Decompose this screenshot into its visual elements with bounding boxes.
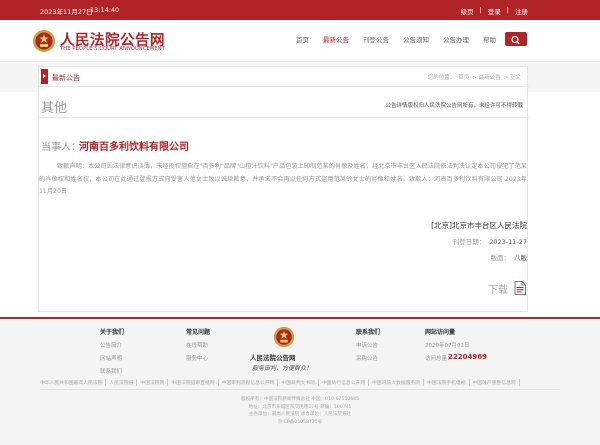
footer-line: 主办单位：最高人民法院 承办单位：人民法院报社 xyxy=(248,412,352,417)
publish-date: 刊登日期： 2023-11-27 xyxy=(453,236,527,246)
party-label: 当事人： xyxy=(41,142,81,153)
court-name: [北京]北京市丰台区人民法院 xyxy=(431,221,527,230)
footer-link[interactable]: 公告简介 xyxy=(100,341,124,349)
partner-link[interactable]: 中国司法大数据服务网 xyxy=(372,379,425,386)
site-header: 人民法院公告网 THE PEOPLE'S COURT ANNOUNCEMENT … xyxy=(0,20,600,62)
top-bar: 2023年11月27日 13:14:40 级页 | 登录 | 注册 xyxy=(0,0,600,20)
partner-link[interactable]: 人民法院报 xyxy=(109,379,138,386)
party-name: 河南百多利饮料有限公司 xyxy=(79,142,189,153)
footer-visits-heading: 网站访问量 xyxy=(425,329,456,336)
partner-link[interactable]: 中华人民共和国最高人民法院 xyxy=(40,379,107,386)
footer-link[interactable]: 服务中心 xyxy=(186,354,210,362)
footer-link[interactable]: 在线帮助 xyxy=(186,341,210,349)
footer-divider xyxy=(40,389,560,390)
footer-faq: 常见问题 在线帮助 服务中心 xyxy=(186,327,210,367)
top-link-level[interactable]: 级页 xyxy=(461,6,474,16)
footer-copyright: 版权所有：中国法院新闻传媒总社 中国：010-67550685 地址：北京市东城… xyxy=(0,396,600,426)
footer-partner-links: 中华人民共和国最高人民法院 人民法院报 中国法院网 中国法院庭审直播网 中国审判… xyxy=(40,379,560,386)
nav-home[interactable]: 首页 xyxy=(296,34,309,44)
nav-help[interactable]: 帮助 xyxy=(483,34,496,44)
site-logo-subtitle: THE PEOPLE'S COURT ANNOUNCEMENT xyxy=(60,46,165,52)
section-title: 最新公告 xyxy=(52,74,80,82)
separator: | xyxy=(479,6,482,14)
current-date: 2023年11月27日 xyxy=(40,8,93,16)
visits-since-date: 2020年07月01日 xyxy=(425,343,470,349)
nav-notice[interactable]: 公告须知 xyxy=(403,34,429,44)
register-link[interactable]: 注册 xyxy=(515,6,528,16)
footer-site-name: 人民法院公告网 xyxy=(250,354,296,362)
login-link[interactable]: 登录 xyxy=(488,6,501,16)
partner-link[interactable]: 中国法院手机电视 xyxy=(427,379,470,386)
divider xyxy=(39,117,529,118)
current-time: 13:14:40 xyxy=(90,6,120,14)
breadcrumb: 您的位置： 首页 > 最新公告 > 正文 xyxy=(428,73,521,81)
publish-date-label: 刊登日期： xyxy=(452,238,486,246)
arrow-icon xyxy=(41,69,48,84)
footer-link[interactable]: 网站声明 xyxy=(100,354,124,362)
court-emblem-icon[interactable] xyxy=(32,28,56,54)
top-links: 级页 | 登录 | 注册 xyxy=(461,6,528,16)
nav-handle[interactable]: 公告办理 xyxy=(443,34,469,44)
nav-publish[interactable]: 刊登公告 xyxy=(363,34,389,44)
breadcrumb-label: 您的位置： xyxy=(427,75,456,81)
copyright-note: 公告详情版权归人民法院公告网所有，未经许可不得转载 xyxy=(385,103,523,109)
footer-link[interactable]: 申诉公告 xyxy=(356,341,380,349)
footer-link[interactable]: 联系我们 xyxy=(100,367,124,375)
footer-contact-heading: 联系我们 xyxy=(356,329,381,336)
search-icon xyxy=(511,35,520,45)
breadcrumb-current: > 正文 xyxy=(503,75,521,81)
separator: | xyxy=(506,6,509,14)
footer-faq-heading: 常见问题 xyxy=(186,329,211,336)
partner-link[interactable]: 中国法院网 xyxy=(140,379,169,386)
site-footer: 关于我们 公告简介 网站声明 联系我们 常见问题 在线帮助 服务中心 人民法院公… xyxy=(0,317,600,445)
page-label: 版面： xyxy=(490,254,511,262)
partner-link[interactable]: 中国破产重整信息网 xyxy=(473,379,520,386)
breadcrumb-home[interactable]: 首页 xyxy=(458,73,469,81)
notice-card: 最新公告 您的位置： 首页 > 最新公告 > 正文 其他 公告详情版权归人民法院… xyxy=(38,66,529,312)
main-nav: 首页 最新公告 刊登公告 公告须知 公告办理 帮助 xyxy=(296,34,510,44)
footer-line[interactable]: 京ICP备05058735号 xyxy=(0,419,600,427)
notice-category: 其他 xyxy=(41,101,68,116)
footer-line: 地址：北京市东城区东交民巷27号 邮编：100745 xyxy=(248,404,352,410)
page-value: 八版 xyxy=(514,254,527,262)
download-link[interactable]: 下载 xyxy=(488,281,508,296)
court-emblem-icon xyxy=(273,326,295,348)
breadcrumb-latest[interactable]: > 最新公告 xyxy=(472,73,500,81)
partner-link[interactable]: 中国执行信息公开网 xyxy=(322,379,370,386)
visits-count: 22204969 xyxy=(448,353,487,361)
footer-about: 关于我们 公告简介 网站声明 联系我们 xyxy=(100,327,124,380)
partner-link[interactable]: 中国裁判文书网 xyxy=(281,379,319,386)
page-section: 版面： 八版 xyxy=(491,252,528,262)
footer-slogan: 服务审判，方便群众！ xyxy=(252,365,313,372)
footer-link[interactable]: 采购公告 xyxy=(356,354,380,362)
partner-link[interactable]: 中国法院庭审直播网 xyxy=(171,379,219,386)
notice-body: 致歉声明：本公司因法律意识淡薄，未经授权擅自在"百多利"品牌"山楂汁饮料"产品包… xyxy=(39,163,527,195)
publish-date-value: 2023-11-27 xyxy=(489,238,527,246)
partner-link[interactable]: 中国审判流程信息公开网 xyxy=(222,379,279,386)
nav-latest[interactable]: 最新公告 xyxy=(323,34,349,44)
section-header: 最新公告 您的位置： 首页 > 最新公告 > 正文 xyxy=(39,67,529,87)
footer-about-heading: 关于我们 xyxy=(100,329,125,336)
pdf-icon[interactable] xyxy=(514,281,526,295)
footer-line: 版权所有：中国法院新闻传媒总社 中国：010-67550685 xyxy=(241,397,359,402)
footer-visits: 网站访问量 2020年07月01日 xyxy=(425,327,470,354)
footer-contact: 联系我们 申诉公告 采购公告 xyxy=(356,327,380,367)
search-button[interactable] xyxy=(505,32,527,46)
